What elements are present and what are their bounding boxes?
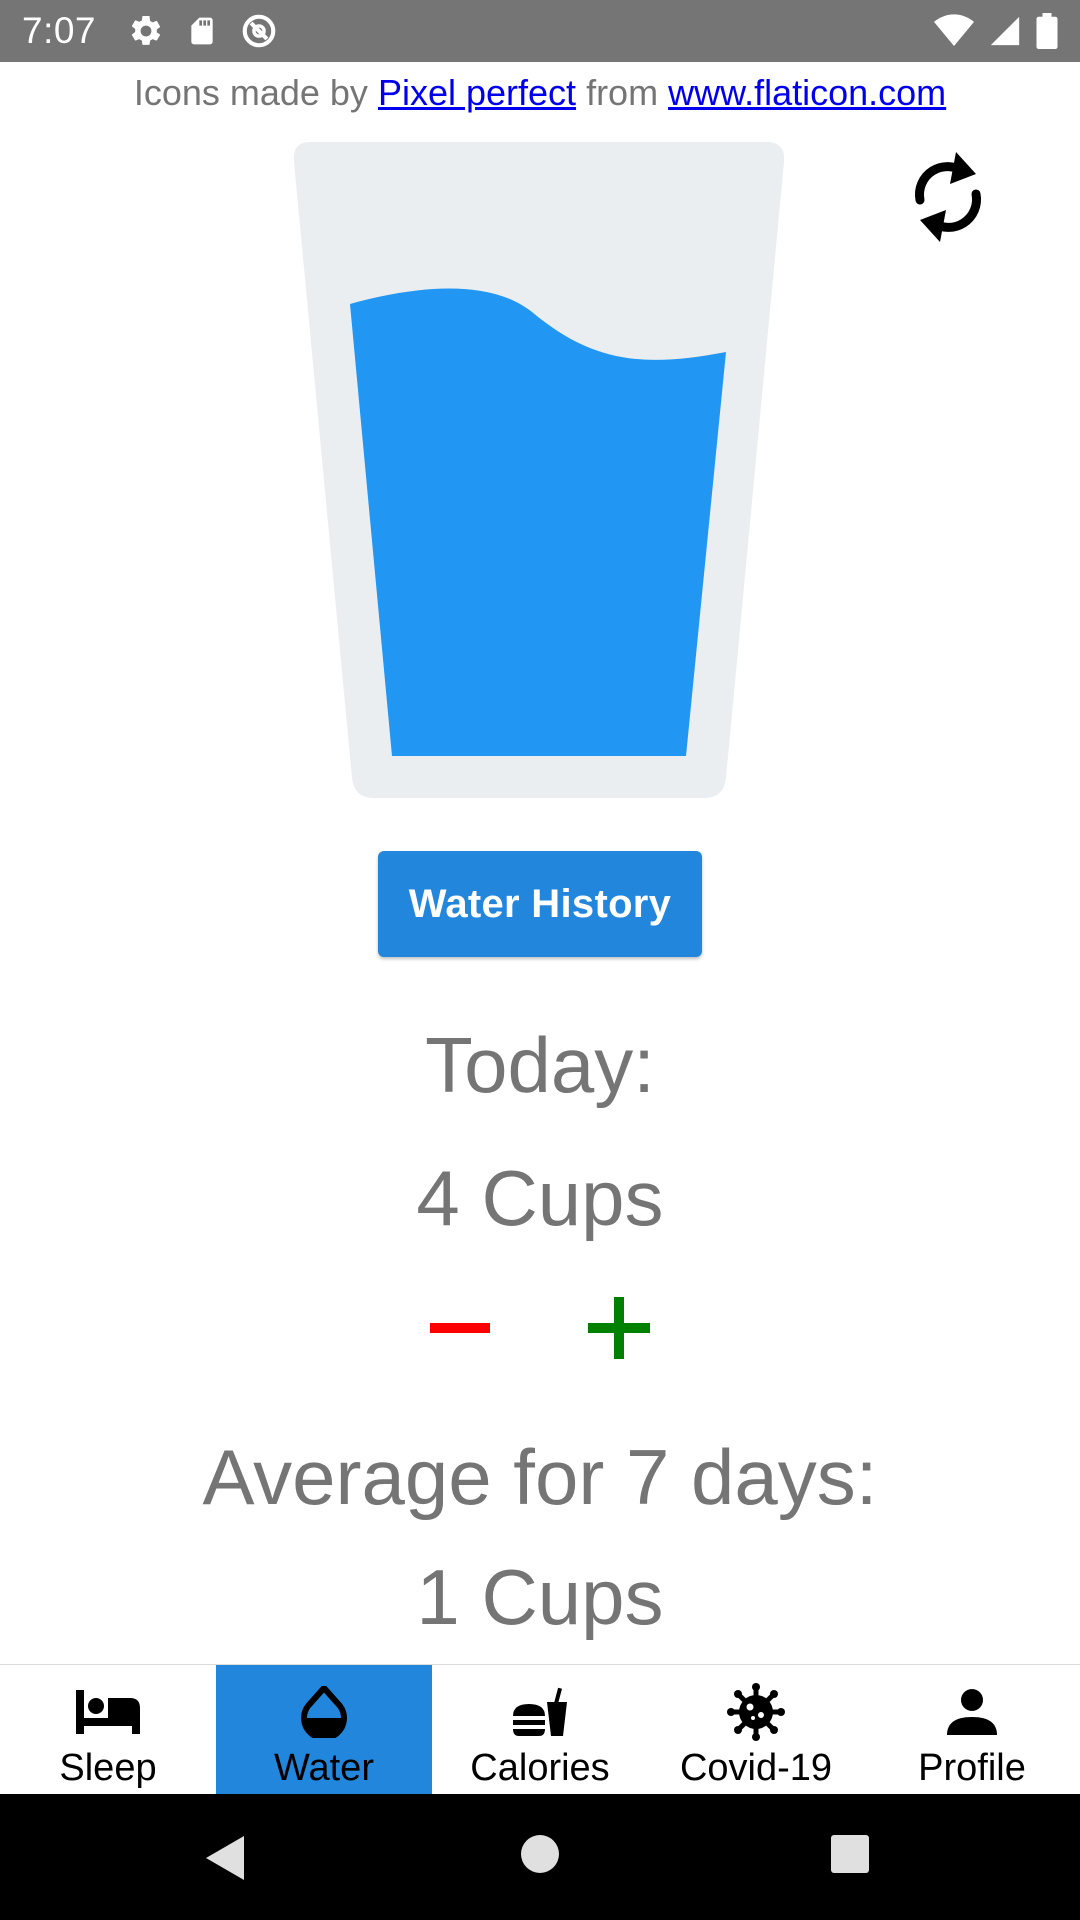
average-value: 1 Cups [416, 1553, 664, 1641]
sd-card-icon [186, 13, 218, 49]
plus-icon[interactable] [580, 1292, 660, 1364]
wifi-icon [934, 14, 974, 48]
refresh-icon[interactable] [906, 146, 990, 248]
today-value: 4 Cups [416, 1154, 664, 1242]
flaticon-link[interactable]: www.flaticon.com [668, 72, 946, 113]
bottom-nav: Sleep Water Calories Covid-19 Profile [0, 1664, 1080, 1795]
virus-icon [724, 1683, 788, 1741]
nav-item-water[interactable]: Water [216, 1665, 432, 1795]
status-left: 7:07 [22, 10, 278, 52]
recents-icon[interactable] [830, 1834, 878, 1882]
nav-label-water: Water [274, 1747, 374, 1789]
android-nav-bar [0, 1794, 1080, 1920]
water-glass-icon [292, 142, 786, 798]
status-time: 7:07 [22, 10, 97, 51]
today-label: Today: [425, 1021, 655, 1109]
author-link[interactable]: Pixel perfect [378, 72, 576, 113]
nav-label-profile: Profile [918, 1747, 1026, 1789]
attribution-prefix: Icons made by [133, 72, 368, 113]
person-icon [940, 1683, 1004, 1741]
fastfood-icon [508, 1683, 572, 1741]
water-drop-icon [292, 1683, 356, 1741]
nav-item-covid[interactable]: Covid-19 [648, 1665, 864, 1795]
home-icon[interactable] [520, 1834, 568, 1882]
water-history-button[interactable]: Water History [378, 851, 702, 957]
nav-item-sleep[interactable]: Sleep [0, 1665, 216, 1795]
minus-icon[interactable] [420, 1292, 500, 1364]
nav-label-sleep: Sleep [59, 1747, 157, 1789]
back-icon[interactable] [204, 1834, 252, 1882]
nav-label-calories: Calories [470, 1747, 610, 1789]
nav-label-covid: Covid-19 [679, 1747, 833, 1789]
status-right [934, 13, 1058, 49]
battery-icon [1036, 13, 1058, 49]
nav-item-calories[interactable]: Calories [432, 1665, 648, 1795]
attribution-line: Icons made by Pixel perfect from www.fla… [0, 68, 1080, 118]
average-label: Average for 7 days: [202, 1433, 878, 1521]
nav-item-profile[interactable]: Profile [864, 1665, 1080, 1795]
gear-icon [128, 13, 164, 49]
status-bar: 7:07 [0, 0, 1080, 62]
bed-icon [76, 1683, 140, 1741]
attribution-middle: from [586, 72, 659, 113]
status-icons-left [128, 12, 278, 50]
no-sync-icon [240, 12, 278, 50]
cell-signal-icon [988, 14, 1022, 48]
